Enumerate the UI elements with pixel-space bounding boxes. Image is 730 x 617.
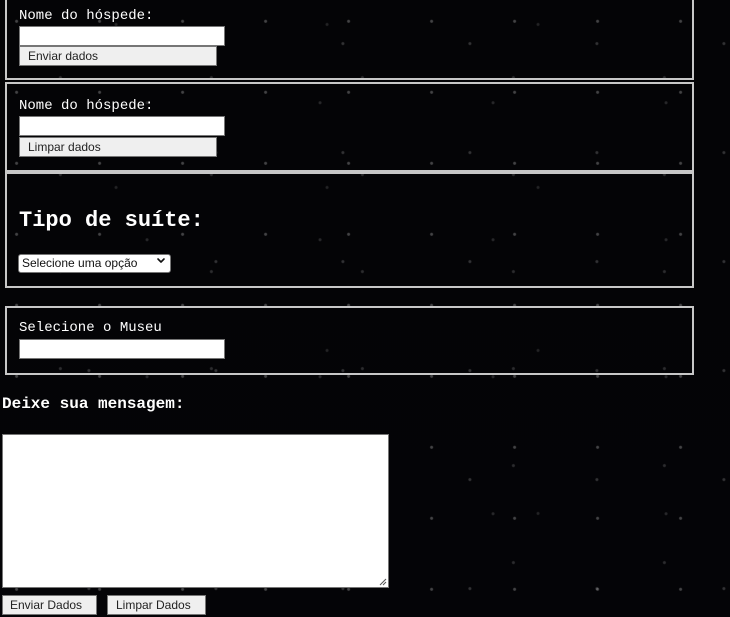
suite-type-select[interactable]: Selecione uma opção xyxy=(18,254,171,273)
guest-name-input-2[interactable] xyxy=(19,116,225,136)
guest-name-label-2: Nome do hóspede: xyxy=(19,98,154,114)
guest-name-label-1: Nome do hóspede: xyxy=(19,8,154,24)
chevron-down-icon xyxy=(157,258,165,263)
reset-data-button[interactable]: Limpar Dados xyxy=(107,595,206,615)
message-textarea[interactable] xyxy=(2,434,389,588)
submit-data-button[interactable]: Enviar Dados xyxy=(2,595,97,615)
suite-type-title: Tipo de suíte: xyxy=(19,208,204,233)
clear-data-button[interactable]: Limpar dados xyxy=(19,137,217,157)
guest-name-input-1[interactable] xyxy=(19,26,225,46)
resize-handle-icon[interactable] xyxy=(378,577,387,586)
museum-input[interactable] xyxy=(19,339,225,359)
send-data-button[interactable]: Enviar dados xyxy=(19,46,217,66)
message-title: Deixe sua mensagem: xyxy=(2,395,185,413)
suite-type-selected-option: Selecione uma opção xyxy=(22,256,138,270)
museum-label: Selecione o Museu xyxy=(19,320,162,336)
